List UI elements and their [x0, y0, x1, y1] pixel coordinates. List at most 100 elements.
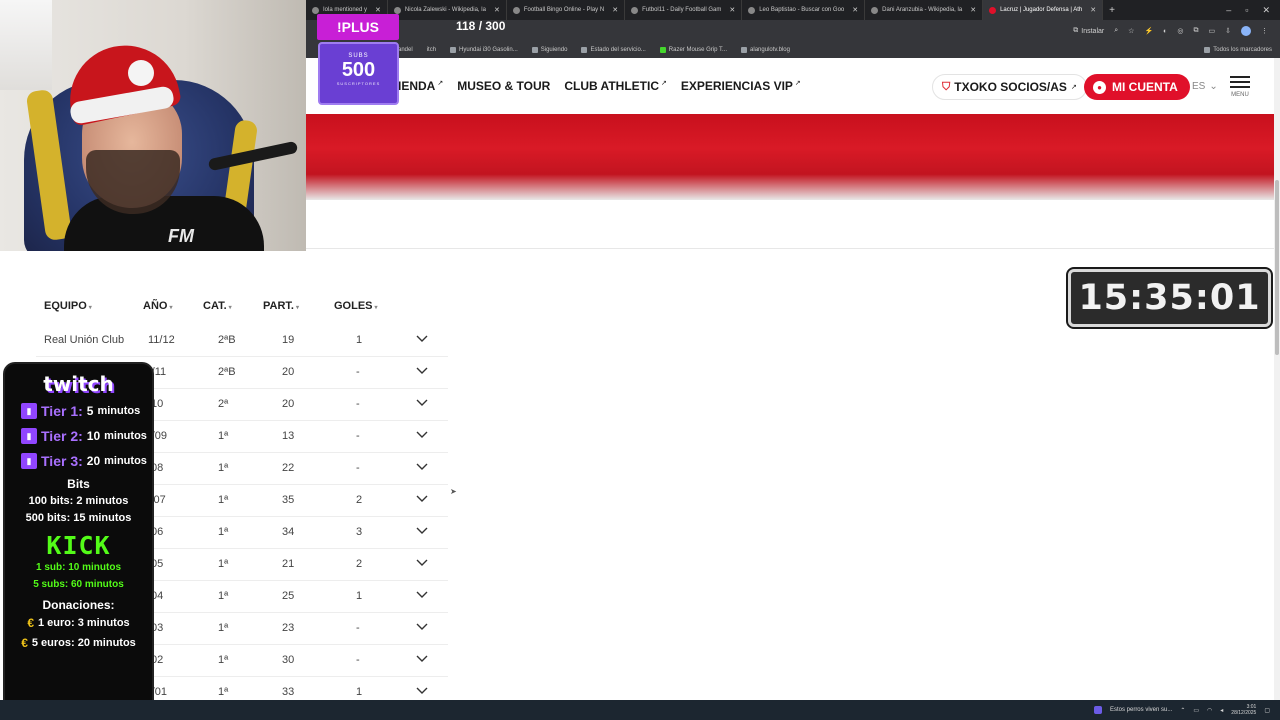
bits-rule: 500 bits: 15 minutos: [25, 512, 132, 524]
subs-caption: SUSCRIPTORES: [336, 81, 381, 86]
column-header-year[interactable]: AÑO ▾: [143, 300, 172, 314]
chevron-down-icon[interactable]: [416, 524, 428, 538]
bookmark-item[interactable]: Siguiendo: [531, 47, 567, 53]
kick-rule: 5 subs: 60 minutos: [33, 579, 124, 590]
bits-rule: 100 bits: 2 minutos: [28, 495, 129, 507]
bookmark-label: andel: [398, 47, 413, 53]
taskbar-clock[interactable]: 3:01 28/12/2025: [1231, 704, 1256, 716]
profile-avatar[interactable]: [1241, 26, 1251, 36]
zoom-icon[interactable]: ⌕: [1114, 27, 1118, 35]
donation-rule: €1 euro: 3 minutos: [27, 616, 129, 630]
browser-tab[interactable]: Nicola Zalewski - Wikipedia, la ✕: [388, 0, 507, 20]
bookmark-item[interactable]: Razer Mouse Grip T...: [659, 47, 727, 53]
browser-tab[interactable]: Futbol11 - Daily Football Gam ✕: [625, 0, 743, 20]
bookmark-item[interactable]: Estado del servicio...: [581, 47, 646, 53]
chevron-down-icon[interactable]: [416, 364, 428, 378]
taskbar-notification[interactable]: Estos perros viven su...: [1110, 707, 1172, 713]
browser-tab[interactable]: Football Bingo Online - Play N ✕: [507, 0, 626, 20]
chevron-down-icon[interactable]: [416, 492, 428, 506]
page-scrollbar[interactable]: [1274, 58, 1280, 700]
notification-center-icon[interactable]: ▢: [1264, 707, 1270, 714]
browser-tab[interactable]: Dani Aranzubia - Wikipedia, la ✕: [865, 0, 984, 20]
close-tab-icon[interactable]: ✕: [970, 6, 976, 14]
column-header-cat[interactable]: CAT. ▾: [203, 300, 232, 314]
chevron-down-icon[interactable]: [416, 684, 428, 698]
razer-icon: [659, 47, 666, 53]
nav-item-tienda[interactable]: IENDA ↗: [398, 79, 443, 93]
close-tab-icon[interactable]: ✕: [612, 6, 618, 14]
close-tab-icon[interactable]: ✕: [375, 6, 381, 14]
download-icon[interactable]: ⇩: [1225, 27, 1231, 35]
header-label: CAT.: [203, 300, 227, 312]
bookmark-item[interactable]: itch: [427, 47, 436, 53]
nav-item-museo[interactable]: MUSEO & TOUR: [457, 79, 550, 93]
chevron-down-icon[interactable]: [416, 620, 428, 634]
nav-item-experiencias[interactable]: EXPERIENCIAS VIP ↗: [681, 79, 801, 93]
bookmark-star-icon[interactable]: ☆: [1128, 27, 1134, 35]
tier-unit: minutos: [104, 430, 147, 442]
ublock-icon[interactable]: ◎: [1177, 27, 1183, 35]
bookmark-item[interactable]: andel: [398, 47, 413, 53]
chevron-down-icon[interactable]: [416, 428, 428, 442]
scrollbar-thumb[interactable]: [1275, 180, 1279, 355]
favicon-icon: [312, 6, 319, 14]
language-selector[interactable]: ES ⌄: [1192, 81, 1218, 92]
browser-menu-icon[interactable]: ⋮: [1261, 27, 1268, 35]
extension-icon[interactable]: ⚡: [1144, 27, 1153, 35]
close-tab-icon[interactable]: ✕: [729, 6, 735, 14]
close-tab-icon[interactable]: ✕: [852, 6, 858, 14]
close-window-icon[interactable]: ✕: [1262, 5, 1270, 16]
maximize-icon[interactable]: ▫: [1245, 5, 1248, 16]
chevron-down-icon[interactable]: [416, 460, 428, 474]
main-nav: IENDA ↗ MUSEO & TOUR CLUB ATHLETIC ↗ EXPER…: [398, 79, 801, 93]
bookmark-item[interactable]: alangulotv.blog: [741, 47, 790, 53]
txoko-label: TXOKO SOCIOS/AS: [954, 80, 1067, 94]
chevron-down-icon[interactable]: [416, 588, 428, 602]
subs-counter: SUBS 500 SUSCRIPTORES: [318, 42, 399, 105]
sort-icon: ▾: [169, 305, 173, 311]
wifi-icon[interactable]: ◠: [1207, 707, 1212, 714]
chevron-down-icon: ⌄: [1209, 81, 1218, 92]
column-header-part[interactable]: PART. ▾: [263, 300, 299, 314]
minimize-icon[interactable]: –: [1226, 5, 1231, 16]
webcam-shirt: [64, 196, 264, 251]
language-label: ES: [1192, 81, 1206, 92]
screen: Iola mentioned y ✕ Nicola Zalewski - Wiki…: [0, 0, 1280, 720]
favicon-icon: [989, 6, 997, 14]
bookmark-item[interactable]: Hyundai i30 Gasolin...: [450, 47, 518, 53]
chevron-down-icon[interactable]: [416, 652, 428, 666]
audio-icon[interactable]: ◐: [1163, 28, 1167, 35]
menu-button[interactable]: MENU: [1226, 76, 1254, 98]
extensions-puzzle-icon[interactable]: ⧉: [1194, 27, 1199, 35]
folder-icon: [1204, 47, 1211, 53]
subathon-timer: 15:35:01: [1066, 267, 1273, 329]
volume-icon[interactable]: ◂: [1220, 707, 1223, 714]
network-icon[interactable]: ▭: [1193, 707, 1199, 714]
notification-icon[interactable]: [1093, 706, 1102, 714]
browser-tab-active[interactable]: Lacruz | Jugador Defensa | Ath ✕: [983, 0, 1104, 20]
txoko-button[interactable]: ⛉ TXOKO SOCIOS/AS ↗: [932, 74, 1087, 100]
sidebar-icon[interactable]: ▭: [1209, 27, 1216, 35]
all-bookmarks[interactable]: Todos los marcadores: [1204, 47, 1280, 53]
browser-tab[interactable]: Leo Baptistao - Buscar con Goo ✕: [742, 0, 866, 20]
column-header-goals[interactable]: GOLES ▾: [334, 300, 378, 314]
install-button[interactable]: ⧉ Instalar: [1073, 27, 1104, 35]
nav-item-club[interactable]: CLUB ATHLETIC ↗: [564, 79, 667, 93]
sort-icon: ▾: [228, 305, 232, 311]
new-tab-button[interactable]: +: [1103, 5, 1121, 16]
close-tab-icon[interactable]: ✕: [1090, 6, 1096, 14]
chevron-down-icon[interactable]: [416, 332, 428, 346]
tab-label: Football Bingo Online - Play N: [523, 7, 605, 13]
close-tab-icon[interactable]: ✕: [494, 6, 500, 14]
column-header-team[interactable]: EQUIPO ▾: [44, 300, 92, 314]
kick-logo: KICK: [46, 531, 111, 560]
chevron-down-icon[interactable]: [416, 396, 428, 410]
tray-chevron-icon[interactable]: ⌃: [1180, 707, 1185, 714]
tier-rule: ▮ Tier 3: 20 minutos: [7, 453, 150, 469]
table-row[interactable]: Real Unión Club 11/12 2ªB 19 1: [36, 325, 448, 357]
account-button[interactable]: ● MI CUENTA: [1084, 74, 1190, 100]
chevron-down-icon[interactable]: [416, 556, 428, 570]
bookmark-label: Hyundai i30 Gasolin...: [459, 47, 518, 53]
webcam-feed: FM: [0, 0, 306, 251]
twitch-glitch-icon: ▮: [21, 453, 37, 469]
